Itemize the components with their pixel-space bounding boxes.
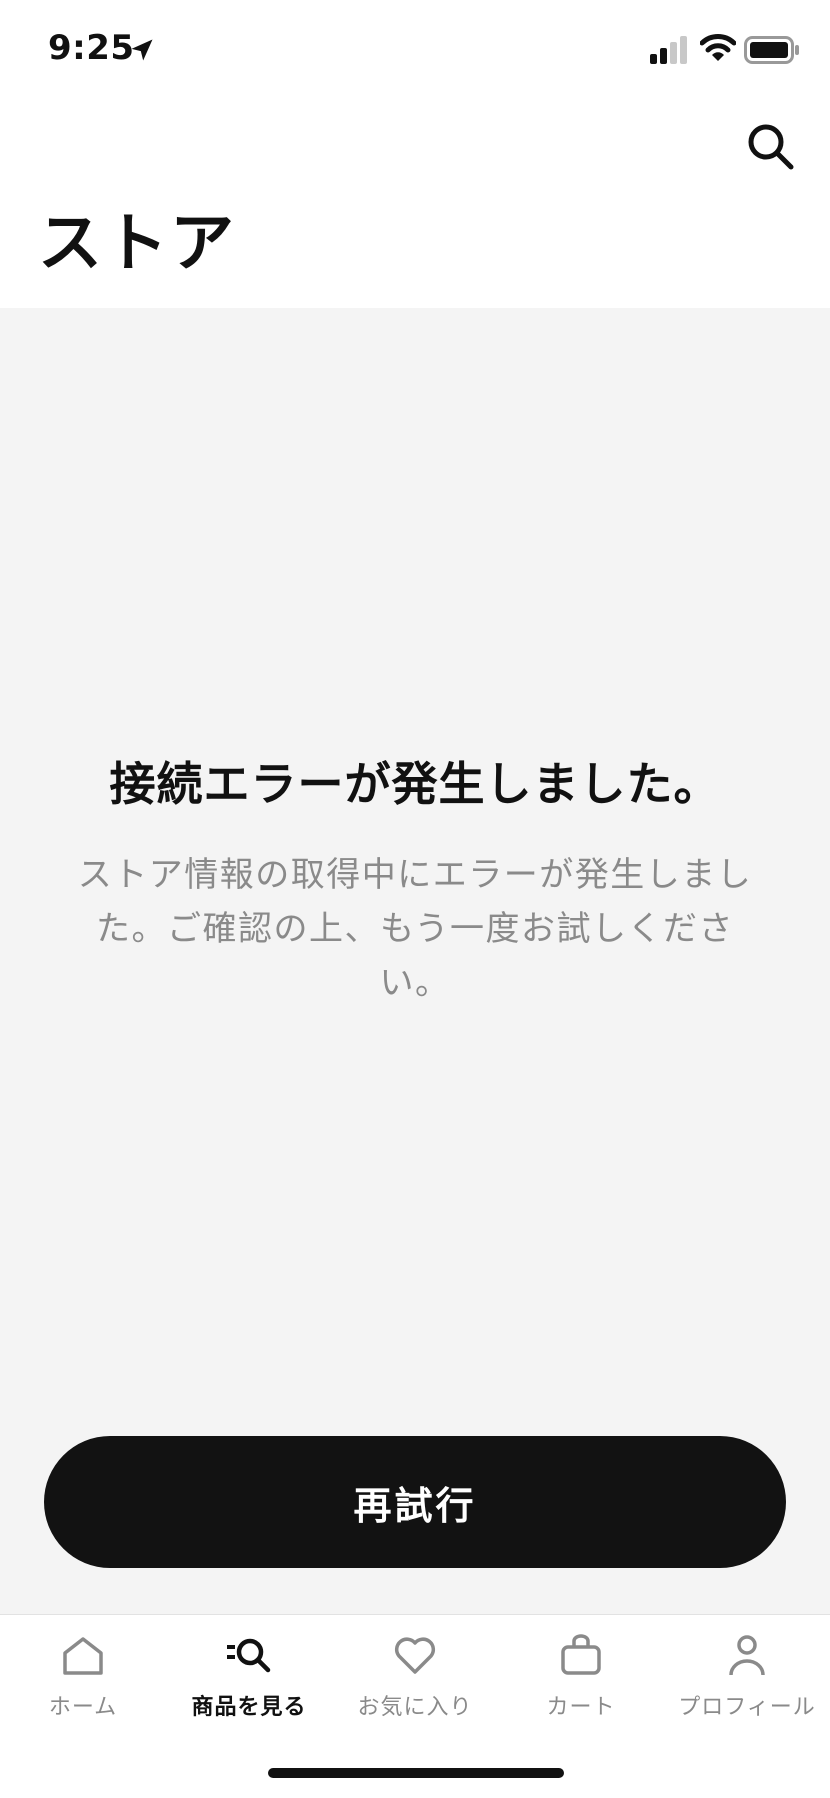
- tab-label: ホーム: [48, 1695, 118, 1720]
- home-indicator[interactable]: [268, 1768, 564, 1778]
- tab-label: カート: [546, 1695, 616, 1720]
- tab-label: 商品を見る: [191, 1695, 307, 1720]
- retry-button[interactable]: 再試行: [44, 1436, 786, 1568]
- search-icon[interactable]: [742, 118, 800, 176]
- error-title: 接続エラーが発生しました。: [109, 757, 721, 811]
- status-time: 9:25: [48, 28, 135, 68]
- battery-icon: [744, 36, 799, 64]
- error-content-area: 接続エラーが発生しました。 ストア情報の取得中にエラーが発生しました。ご確認の上…: [0, 308, 830, 1614]
- tab-favorites[interactable]: お気に入り: [332, 1631, 498, 1731]
- tab-profile[interactable]: プロフィール: [664, 1631, 830, 1731]
- page-title: ストア: [38, 207, 236, 281]
- status-bar: 9:25: [0, 0, 830, 100]
- tab-browse[interactable]: 商品を見る: [166, 1631, 332, 1731]
- cellular-signal-icon: [650, 36, 687, 64]
- profile-icon: [729, 1635, 765, 1676]
- tab-home[interactable]: ホーム: [0, 1631, 166, 1731]
- browse-icon: [227, 1638, 271, 1673]
- wifi-icon: [700, 34, 736, 61]
- home-icon: [63, 1637, 103, 1675]
- heart-icon: [394, 1637, 436, 1674]
- bag-icon: [561, 1634, 601, 1675]
- tab-cart[interactable]: カート: [498, 1631, 664, 1731]
- error-message: ストア情報の取得中にエラーが発生しました。ご確認の上、もう一度お試しください。: [77, 855, 753, 1003]
- tab-label: プロフィール: [678, 1695, 816, 1720]
- tab-label: お気に入り: [357, 1695, 473, 1720]
- location-arrow-icon: [131, 39, 153, 61]
